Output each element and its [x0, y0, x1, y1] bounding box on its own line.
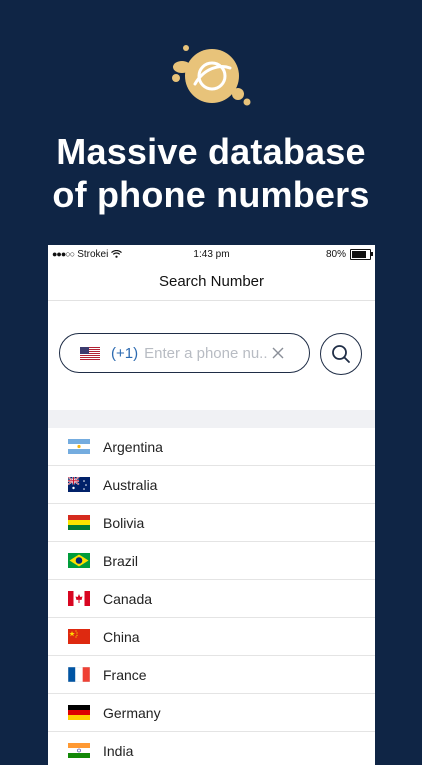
- search-area: (+1): [48, 301, 375, 410]
- battery-percent: 80%: [325, 248, 346, 260]
- headline: Massive database of phone numbers: [0, 130, 422, 216]
- app-logo-icon: [172, 45, 251, 106]
- carrier-name: Strokei: [77, 248, 109, 260]
- country-name: Canada: [103, 590, 153, 607]
- nav-bar: Search Number: [48, 263, 375, 301]
- battery-icon: [349, 248, 373, 260]
- country-row-australia[interactable]: Australia: [48, 466, 375, 504]
- country-name: Brazil: [103, 552, 139, 569]
- bolivia-flag-icon: [68, 515, 90, 530]
- country-dial-code[interactable]: (+1): [111, 345, 138, 362]
- france-flag-icon: [68, 667, 90, 682]
- argentina-flag-icon: [68, 439, 90, 454]
- country-row-france[interactable]: France: [48, 656, 375, 694]
- section-separator: [48, 410, 375, 428]
- country-name: France: [103, 666, 147, 683]
- phone-screen: ●●●○○ Strokei 1:43 pm 80% Search Number: [48, 245, 375, 765]
- germany-flag-icon: [68, 705, 90, 720]
- search-button[interactable]: [320, 333, 362, 375]
- country-name: Bolivia: [103, 514, 145, 531]
- country-name: Australia: [103, 476, 158, 493]
- country-row-india[interactable]: India: [48, 732, 375, 765]
- headline-line-1: Massive database: [56, 131, 366, 172]
- clear-icon[interactable]: [271, 346, 285, 360]
- country-row-argentina[interactable]: Argentina: [48, 428, 375, 466]
- search-icon: [332, 345, 350, 363]
- country-name: Argentina: [103, 438, 163, 455]
- signal-icon: ●●●○○: [52, 249, 75, 259]
- country-row-canada[interactable]: Canada: [48, 580, 375, 618]
- country-row-china[interactable]: China: [48, 618, 375, 656]
- wifi-icon: [111, 250, 123, 258]
- phone-search-field[interactable]: (+1): [59, 333, 310, 373]
- country-row-brazil[interactable]: Brazil: [48, 542, 375, 580]
- headline-line-2: of phone numbers: [52, 174, 370, 215]
- country-name: India: [103, 742, 134, 759]
- country-row-bolivia[interactable]: Bolivia: [48, 504, 375, 542]
- country-row-germany[interactable]: Germany: [48, 694, 375, 732]
- australia-flag-icon: [68, 477, 90, 492]
- phone-number-input[interactable]: [144, 344, 268, 362]
- us-flag-icon[interactable]: [80, 346, 100, 360]
- page-title: Search Number: [158, 273, 265, 290]
- status-time: 1:43 pm: [193, 248, 230, 260]
- brazil-flag-icon: [68, 553, 90, 568]
- status-bar: ●●●○○ Strokei 1:43 pm 80%: [48, 245, 375, 263]
- india-flag-icon: [68, 743, 90, 758]
- canada-flag-icon: [68, 591, 90, 606]
- china-flag-icon: [68, 629, 90, 644]
- country-name: Germany: [103, 704, 161, 721]
- country-list: Argentina Australia Bolivia Brazil Canad…: [48, 428, 375, 765]
- country-name: China: [103, 628, 140, 645]
